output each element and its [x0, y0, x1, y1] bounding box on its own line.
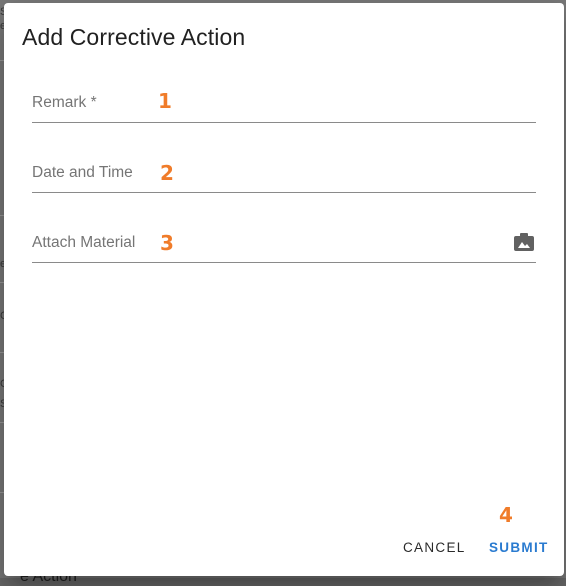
remark-field[interactable]: Remark *	[32, 86, 540, 124]
submit-button[interactable]: SUBMIT	[489, 540, 549, 555]
add-corrective-action-dialog: Add Corrective Action Remark * 1 Date an…	[4, 3, 564, 576]
date-time-input[interactable]	[32, 156, 540, 194]
annotation-marker-1: 1	[158, 89, 172, 113]
camera-icon[interactable]	[514, 233, 534, 251]
annotation-marker-3: 3	[160, 231, 174, 255]
dialog-title: Add Corrective Action	[22, 24, 246, 50]
cancel-button[interactable]: CANCEL	[403, 540, 466, 555]
annotation-marker-2: 2	[160, 161, 174, 185]
annotation-marker-4: 4	[499, 503, 513, 527]
attach-material-field[interactable]: Attach Material	[32, 226, 540, 264]
attach-material-input[interactable]	[32, 226, 540, 264]
date-time-field[interactable]: Date and Time	[32, 156, 540, 194]
remark-input[interactable]	[32, 86, 540, 124]
